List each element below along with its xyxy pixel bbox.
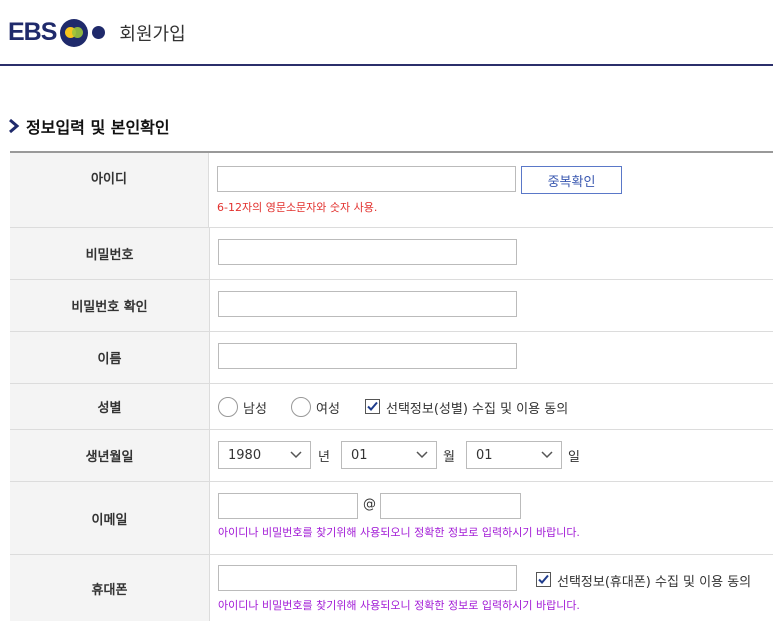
page-header: EBS 회원가입: [0, 0, 773, 66]
label-birth: 생년월일: [10, 430, 210, 481]
birth-year-select[interactable]: 1980: [218, 441, 311, 469]
logo-text: EBS: [8, 18, 57, 46]
email-help-text: 아이디나 비밀번호를 찾기위해 사용되오니 정확한 정보로 입력하시기 바랍니다…: [218, 526, 580, 539]
chevron-down-icon: [290, 451, 302, 459]
phone-input[interactable]: [218, 565, 517, 591]
birth-month-value: 01: [351, 448, 368, 463]
label-email: 이메일: [10, 482, 210, 554]
duplicate-check-button[interactable]: 중복확인: [521, 166, 622, 194]
name-input[interactable]: [218, 343, 517, 369]
section-title: 정보입력 및 본인확인: [8, 114, 170, 138]
row-name: 이름: [10, 332, 773, 384]
row-id: 아이디 중복확인 6-12자의 영문소문자와 숫자 사용.: [10, 153, 773, 228]
row-gender: 성별 남성 여성 선택정보(성별) 수집 및 이용 동의: [10, 384, 773, 430]
chevron-down-icon: [541, 451, 553, 459]
birth-day-value: 01: [476, 448, 493, 463]
phone-help-text: 아이디나 비밀번호를 찾기위해 사용되오니 정확한 정보로 입력하시기 바랍니다…: [218, 599, 580, 612]
page-title: 회원가입: [119, 23, 186, 45]
gender-male-label: 남성: [243, 402, 267, 417]
row-password-confirm: 비밀번호 확인: [10, 280, 773, 332]
password-confirm-input[interactable]: [218, 291, 517, 317]
gender-female-label: 여성: [316, 402, 340, 417]
ebs-logo[interactable]: EBS 회원가입: [8, 18, 186, 47]
phone-consent-checkbox[interactable]: [536, 572, 551, 587]
birth-month-select[interactable]: 01: [341, 441, 437, 469]
chevron-right-icon: [9, 118, 20, 134]
label-name: 이름: [10, 332, 210, 383]
label-password: 비밀번호: [10, 228, 210, 279]
gender-female-radio[interactable]: [291, 397, 311, 417]
gender-consent-label: 선택정보(성별) 수집 및 이용 동의: [386, 402, 569, 417]
phone-consent-label: 선택정보(휴대폰) 수집 및 이용 동의: [557, 575, 752, 590]
row-password: 비밀번호: [10, 228, 773, 280]
id-input[interactable]: [217, 166, 516, 192]
label-phone: 휴대폰: [10, 555, 210, 621]
signup-form: 아이디 중복확인 6-12자의 영문소문자와 숫자 사용. 비밀번호 비밀번호 …: [10, 151, 773, 621]
row-birth: 생년월일 1980 년 01 월 01 일: [10, 430, 773, 482]
checkmark-icon: [367, 401, 378, 411]
section-title-text: 정보입력 및 본인확인: [26, 118, 170, 137]
birth-year-unit: 년: [318, 450, 330, 465]
email-local-input[interactable]: [218, 493, 358, 519]
birth-month-unit: 월: [443, 450, 455, 465]
birth-year-value: 1980: [228, 448, 262, 463]
label-gender: 성별: [10, 384, 210, 429]
email-at-sign: @: [363, 497, 376, 512]
label-id: 아이디: [10, 153, 209, 227]
chevron-down-icon: [416, 451, 428, 459]
row-email: 이메일 @ 아이디나 비밀번호를 찾기위해 사용되오니 정확한 정보로 입력하시…: [10, 482, 773, 555]
label-password-confirm: 비밀번호 확인: [10, 280, 210, 331]
email-domain-input[interactable]: [380, 493, 521, 519]
birth-day-unit: 일: [568, 450, 580, 465]
gender-consent-checkbox[interactable]: [365, 399, 380, 414]
id-help-text: 6-12자의 영문소문자와 숫자 사용.: [217, 201, 378, 214]
birth-day-select[interactable]: 01: [466, 441, 562, 469]
gender-male-radio[interactable]: [218, 397, 238, 417]
logo-mark-icon: [60, 18, 89, 47]
row-phone: 휴대폰 선택정보(휴대폰) 수집 및 이용 동의 아이디나 비밀번호를 찾기위해…: [10, 555, 773, 621]
checkmark-icon: [538, 574, 549, 584]
logo-dot-icon: [92, 26, 106, 39]
password-input[interactable]: [218, 239, 517, 265]
